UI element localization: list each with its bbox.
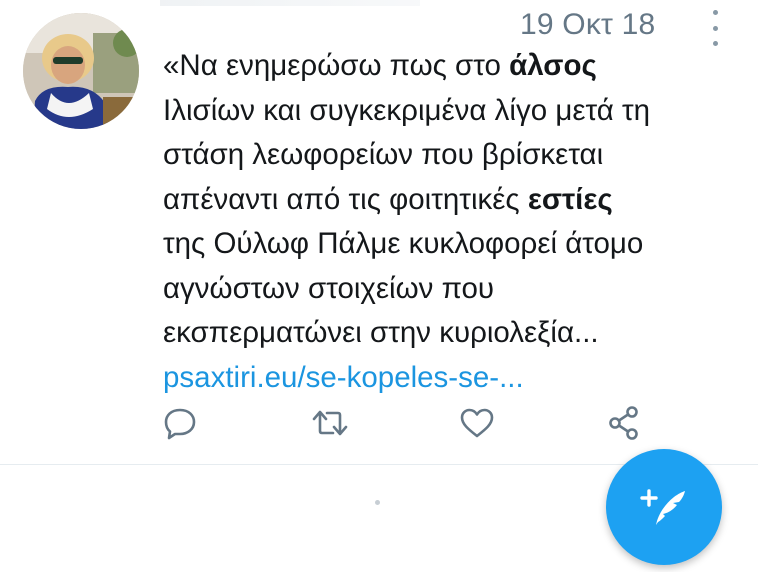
retweet-icon: [312, 410, 348, 436]
share-icon: [609, 406, 638, 440]
compose-tweet-button[interactable]: [606, 449, 722, 565]
retweet-button[interactable]: [310, 402, 350, 444]
tweet-text-segment: της Ούλωφ Πάλμε κυκλοφορεί άτομο: [163, 227, 644, 260]
tweet-timestamp: 19 Οκτ 18: [520, 8, 656, 41]
heart-icon: [460, 408, 494, 438]
tweet-text-segment: στάση λεωφορείων που βρίσκεται: [163, 138, 604, 171]
tweet-text-segment: «Να ενημερώσω πως στο: [163, 49, 510, 82]
tweet-actions: [160, 402, 650, 444]
tweet-text-segment: απέναντι από τις φοιτητικές: [163, 182, 528, 216]
tweet-text: «Να ενημερώσω πως στο άλσος Ιλισίων και …: [163, 44, 743, 400]
tweet-text-line: «Να ενημερώσω πως στο άλσος: [163, 44, 743, 89]
tweet-text-line: στάση λεωφορείων που βρίσκεται: [163, 133, 743, 178]
more-dot: [712, 10, 718, 15]
tweet-text-highlight: εστίες: [527, 182, 613, 216]
share-button[interactable]: [604, 402, 644, 444]
tweet-text-line: της Ούλωφ Πάλμε κυκλοφορεί άτομο: [163, 222, 743, 267]
tweet-text-segment: εκσπερματώνει στην κυριολεξία...: [163, 316, 599, 349]
tweet-text-segment: Ιλισίων και συγκεκριμένα λίγο μετά τη: [163, 93, 651, 127]
tweet-text-highlight: άλσος: [509, 49, 597, 82]
more-vertical-icon[interactable]: [700, 10, 730, 46]
tweet-text-line: Ιλισίων και συγκεκριμένα λίγο μετά τη: [163, 89, 743, 134]
more-dot: [712, 25, 718, 31]
previous-tweet-edge: [160, 0, 420, 6]
tweet-link[interactable]: psaxtiri.eu/se-kopeles-se-...: [163, 356, 743, 401]
reply-button[interactable]: [160, 402, 200, 444]
like-button[interactable]: [457, 402, 497, 444]
tweet-text-segment: αγνώστων στοιχείων που: [163, 271, 495, 305]
compose-tweet-icon: [640, 489, 685, 525]
tweet-text-line: εκσπερματώνει στην κυριολεξία...: [163, 311, 743, 356]
reply-icon: [164, 408, 196, 440]
loading-indicator: [375, 500, 380, 505]
avatar[interactable]: [23, 13, 139, 129]
tweet-text-line: απέναντι από τις φοιτητικές εστίες: [163, 178, 743, 223]
tweet-text-line: αγνώστων στοιχείων που: [163, 267, 743, 312]
timeline-screen: 19 Οκτ 18 «Να ενημερώσω πως στο άλσος Ιλ…: [0, 0, 758, 572]
